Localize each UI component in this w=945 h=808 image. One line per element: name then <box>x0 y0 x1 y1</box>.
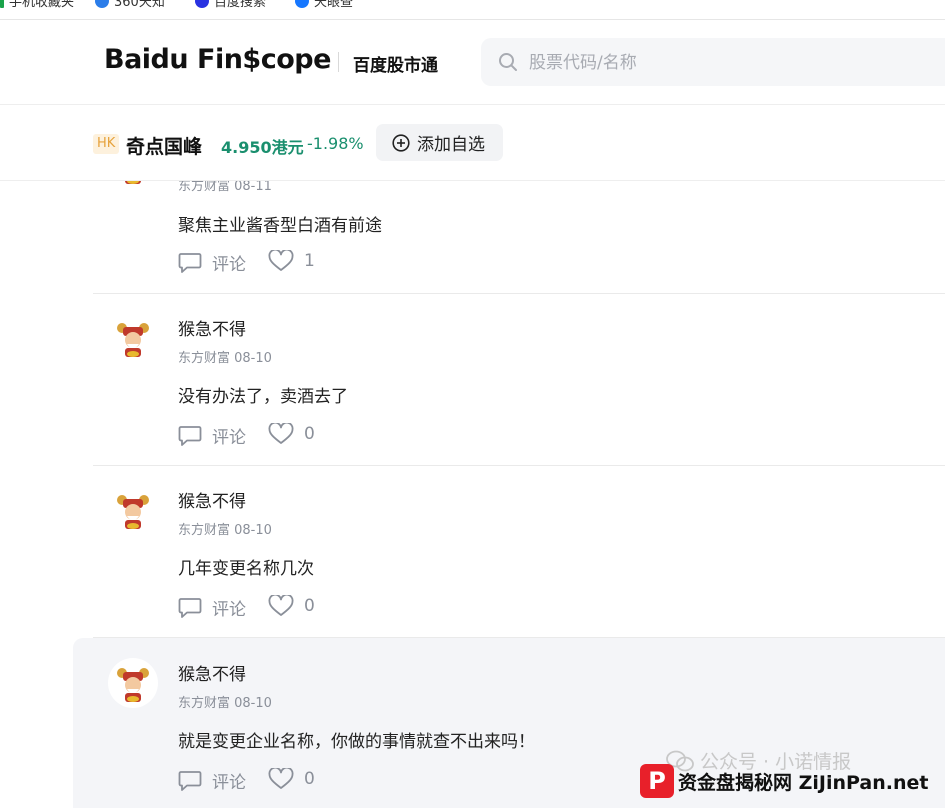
search-icon <box>499 53 517 71</box>
comment-item: 猴急不得 东方财富 08-10 几年变更名称几次 评论 0 <box>93 465 945 638</box>
bookmark-icon <box>95 0 109 8</box>
bookmark-item[interactable]: 百度搜索 <box>195 0 266 10</box>
search-input[interactable] <box>527 50 911 76</box>
like-count: 1 <box>304 251 315 271</box>
stock-info-bar: HK 奇点国峰 4.950港元 -1.98% 添加自选 <box>0 105 945 181</box>
stock-price: 4.950港元 <box>221 138 304 157</box>
comment-icon <box>178 425 202 446</box>
market-badge: HK <box>93 134 120 154</box>
avatar-icon <box>109 659 157 707</box>
bookmark-icon <box>0 0 4 8</box>
comment-content: 几年变更名称几次 <box>178 559 314 579</box>
comment-button[interactable]: 评论 <box>178 250 246 275</box>
like-count: 0 <box>304 769 315 789</box>
like-button[interactable]: 0 <box>268 595 315 617</box>
bookmark-label: 手机收藏夹 <box>9 0 75 10</box>
site-header: Baidu Fin$cope 百度股市通 <box>0 20 945 105</box>
like-button[interactable]: 0 <box>268 423 315 445</box>
heart-icon <box>268 768 294 789</box>
site-logo-icon: P <box>640 764 674 798</box>
like-count: 0 <box>304 596 315 616</box>
bookmark-label: 百度搜索 <box>214 0 267 10</box>
comment-content: 聚焦主业酱香型白酒有前途 <box>178 216 382 236</box>
bookmark-icon <box>295 0 309 8</box>
comment-icon <box>178 252 202 273</box>
bookmark-item[interactable]: 天眼查 <box>295 0 353 10</box>
bookmark-icon <box>195 0 209 8</box>
bookmark-label: 天眼查 <box>314 0 354 10</box>
avatar-icon <box>109 314 157 362</box>
add-watchlist-button[interactable]: 添加自选 <box>376 124 503 161</box>
comment-content: 没有办法了，卖酒去了 <box>178 387 348 407</box>
comment-username[interactable]: 猴急不得 <box>178 660 246 685</box>
bookmark-item[interactable]: 360天知 <box>95 0 165 10</box>
comment-icon <box>178 597 202 618</box>
site-watermark: P 资金盘揭秘网 ZiJinPan.net <box>640 761 929 801</box>
stock-change: -1.98% <box>307 134 364 153</box>
baidu-finscope-logo[interactable]: Baidu Fin$cope <box>104 44 331 75</box>
plus-circle-icon <box>392 133 410 152</box>
avatar[interactable] <box>108 313 158 363</box>
avatar-icon <box>109 486 157 534</box>
search-box[interactable] <box>481 38 945 86</box>
comment-meta: 东方财富 08-10 <box>178 696 272 711</box>
heart-icon <box>268 595 294 616</box>
comment-button[interactable]: 评论 <box>178 423 246 448</box>
comment-meta: 东方财富 08-10 <box>178 523 272 538</box>
heart-icon <box>268 423 294 444</box>
comment-meta: 东方财富 08-10 <box>178 351 272 366</box>
like-count: 0 <box>304 424 315 444</box>
comment-icon <box>178 770 202 791</box>
bookmark-label: 360天知 <box>114 0 165 10</box>
comment-content: 就是变更企业名称，你做的事情就查不出来吗！ <box>178 732 535 752</box>
heart-icon <box>268 250 294 271</box>
stock-name: 奇点国峰 <box>126 136 203 158</box>
like-button[interactable]: 1 <box>268 250 315 272</box>
divider <box>338 52 339 72</box>
site-watermark-text: 资金盘揭秘网 ZiJinPan.net <box>678 771 929 794</box>
bookmarks-bar: 手机收藏夹 360天知 百度搜索 天眼查 <box>0 0 945 11</box>
avatar[interactable] <box>108 658 158 708</box>
comment-list: 东方财富 08-11 聚焦主业酱香型白酒有前途 评论 1 猴急不得 东方财富 0… <box>0 120 945 808</box>
comment-username[interactable]: 猴急不得 <box>178 487 246 512</box>
comment-label: 评论 <box>212 428 246 448</box>
like-button[interactable]: 0 <box>268 768 315 790</box>
comment-label: 评论 <box>212 600 246 620</box>
comment-button[interactable]: 评论 <box>178 595 246 620</box>
comment-item: 猴急不得 东方财富 08-10 没有办法了，卖酒去了 评论 0 <box>93 293 945 466</box>
comment-username[interactable]: 猴急不得 <box>178 315 246 340</box>
avatar[interactable] <box>108 485 158 535</box>
comment-label: 评论 <box>212 773 246 793</box>
comment-label: 评论 <box>212 255 246 275</box>
add-watchlist-label: 添加自选 <box>417 135 485 155</box>
bookmark-item[interactable]: 手机收藏夹 <box>0 0 74 10</box>
product-name[interactable]: 百度股市通 <box>353 51 438 76</box>
comment-button[interactable]: 评论 <box>178 768 246 793</box>
